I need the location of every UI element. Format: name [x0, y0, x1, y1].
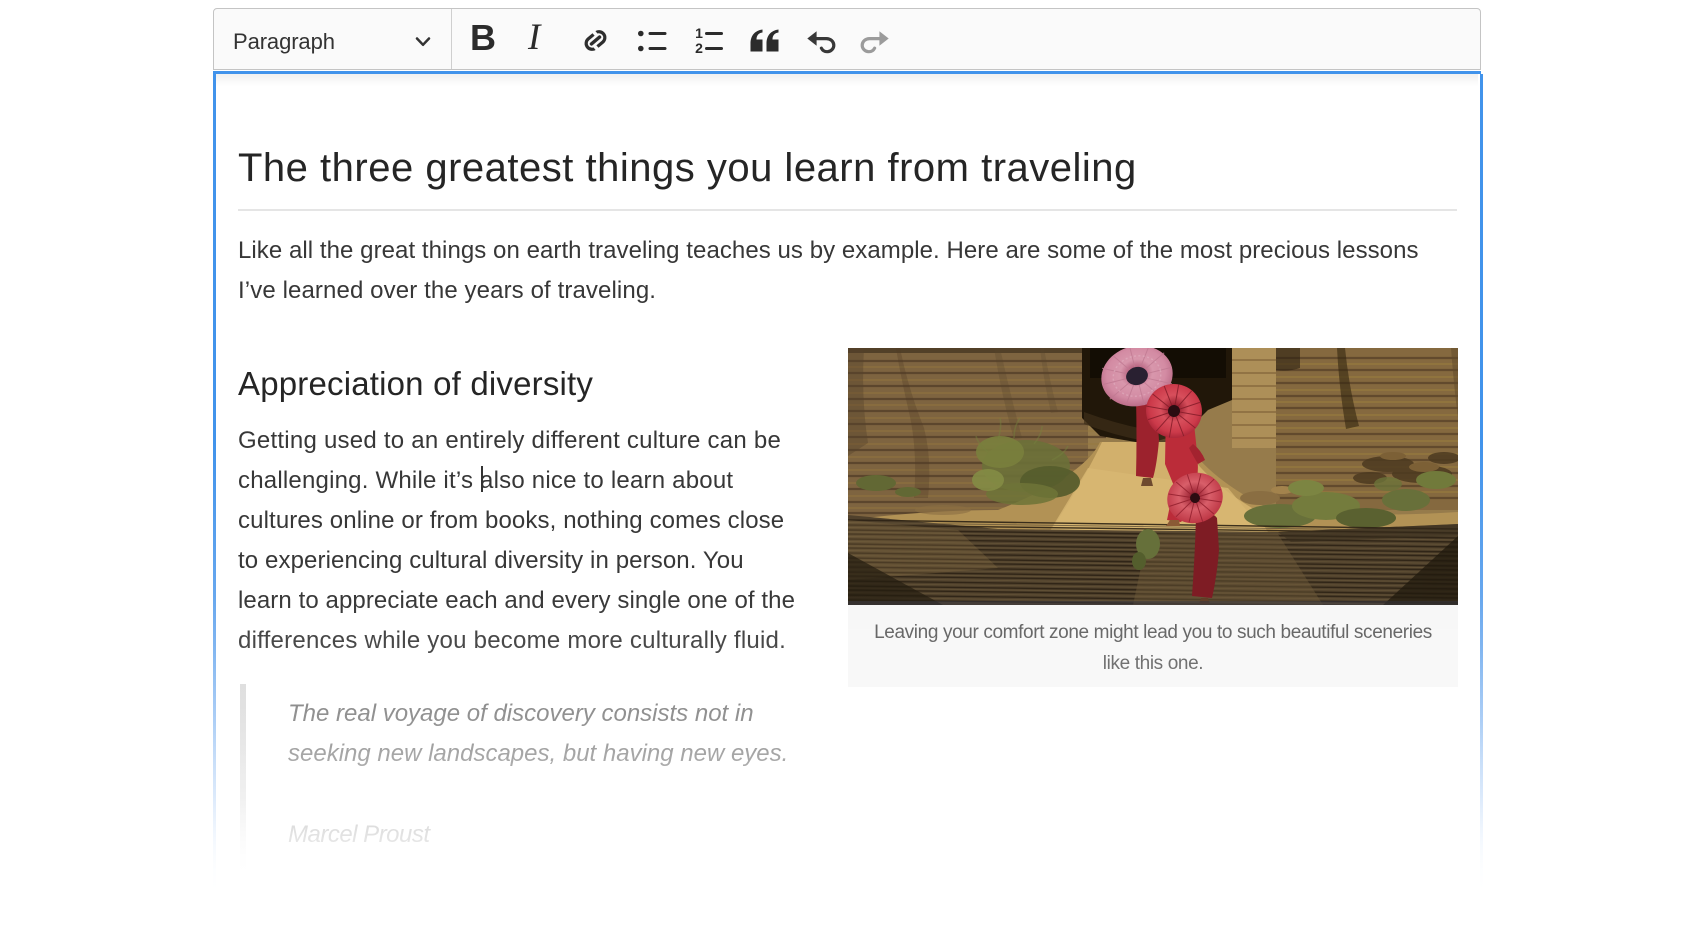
svg-text:2: 2 [695, 40, 703, 55]
svg-text:1: 1 [695, 26, 703, 41]
